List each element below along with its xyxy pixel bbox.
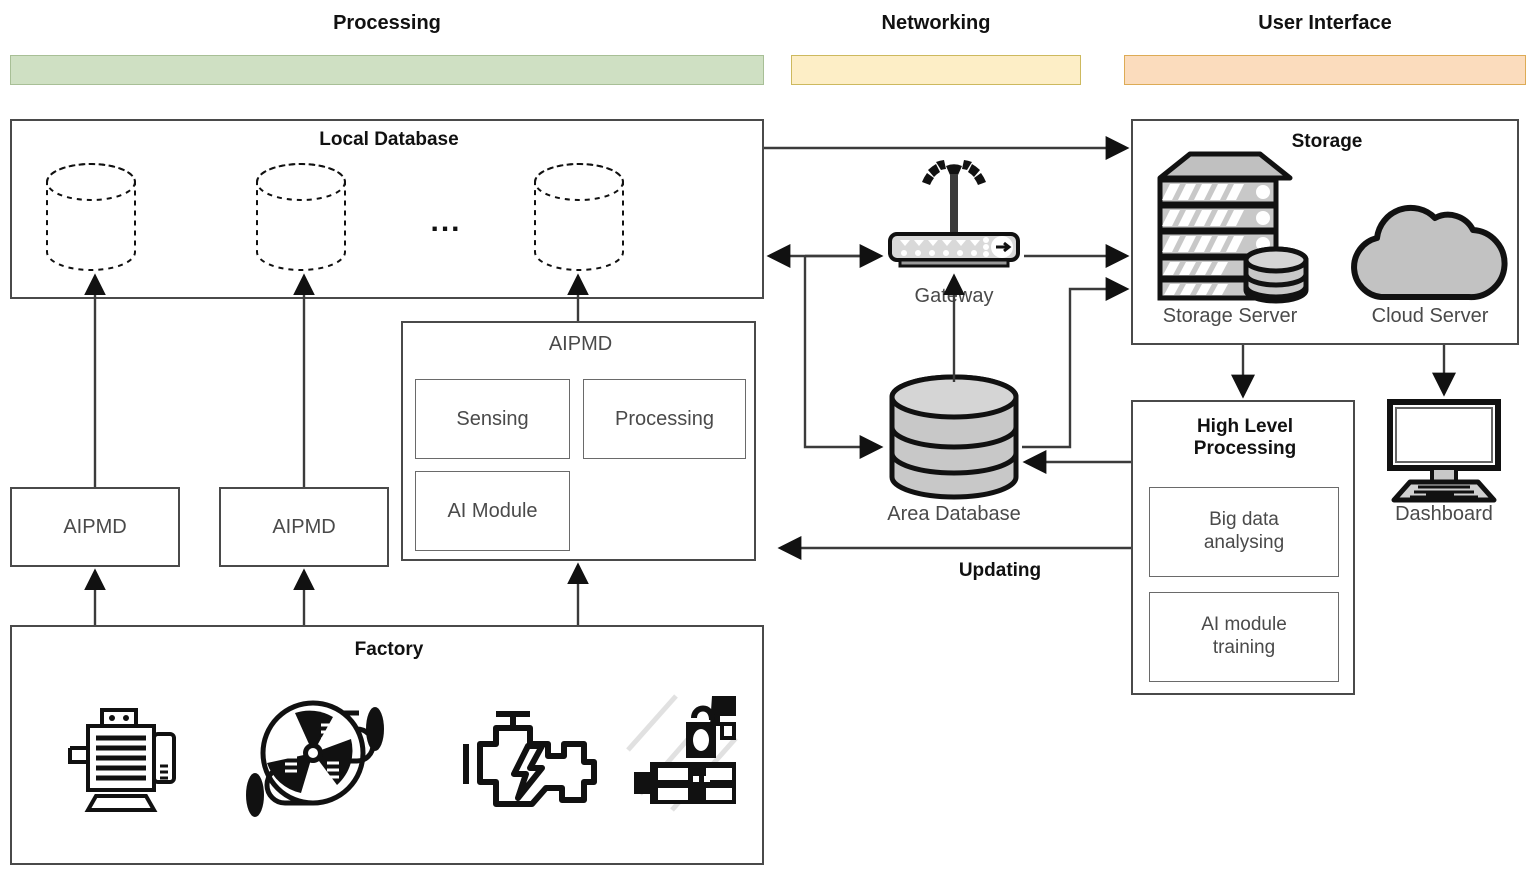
local-db-cylinder-1 <box>46 163 136 271</box>
dashboard-label: Dashboard <box>1395 503 1493 525</box>
local-database-title: Local Database <box>319 129 459 150</box>
factory-title: Factory <box>354 639 424 660</box>
arrow-trunk-to-areadb <box>803 256 884 459</box>
aipmd-detail-title: AIPMD <box>548 333 613 355</box>
industrial-machine-icon <box>626 694 738 812</box>
hlp-title-line2: Processing <box>1193 438 1297 459</box>
hlp-task-big-data-line1: Big data <box>1209 509 1279 531</box>
band-title-networking: Networking <box>881 12 991 34</box>
band-title-user-interface: User Interface <box>1258 12 1392 34</box>
aipmd-module-ai[interactable]: AI Module <box>415 471 570 551</box>
aipmd-module-sensing-label: Sensing <box>456 407 529 430</box>
monitor-keyboard-icon <box>1387 399 1501 503</box>
aipmd-module-processing[interactable]: Processing <box>583 379 746 459</box>
updating-label: Updating <box>958 560 1042 581</box>
band-bar-networking <box>791 55 1081 85</box>
cloud-server-label: Cloud Server <box>1371 305 1489 327</box>
gateway-label: Gateway <box>914 285 994 307</box>
aipmd-box-2[interactable]: AIPMD <box>219 487 389 567</box>
database-cylinder-icon <box>889 374 1019 500</box>
aipmd-box-1[interactable]: AIPMD <box>10 487 180 567</box>
high-level-processing-box[interactable]: High Level Processing Big data analysing… <box>1131 400 1355 695</box>
diagram-canvas: Processing Networking User Interface Loc… <box>0 0 1536 893</box>
blower-fan-icon <box>246 700 384 817</box>
hlp-task-big-data[interactable]: Big data analysing <box>1149 487 1339 577</box>
hlp-task-big-data-line2: analysing <box>1203 532 1285 553</box>
hlp-title-line1: High Level <box>1196 416 1294 437</box>
server-rack-icon <box>1157 151 1309 304</box>
local-db-cylinder-n <box>534 163 624 271</box>
band-title-processing: Processing <box>333 12 441 34</box>
storage-server-label: Storage Server <box>1162 305 1298 327</box>
aipmd-module-processing-label: Processing <box>615 407 714 430</box>
aipmd-box-1-label: AIPMD <box>63 515 127 538</box>
aipmd-module-ai-label: AI Module <box>447 499 538 522</box>
local-db-cylinder-2 <box>256 163 346 271</box>
hlp-task-ai-training-line1: AI module <box>1201 614 1287 636</box>
hlp-task-ai-training-line2: training <box>1212 637 1276 658</box>
cloud-icon <box>1351 204 1508 301</box>
wireless-router-icon <box>888 160 1020 268</box>
band-bar-processing <box>10 55 764 85</box>
hlp-task-ai-training[interactable]: AI module training <box>1149 592 1339 682</box>
band-bar-user-interface <box>1124 55 1526 85</box>
electric-motor-icon <box>68 708 176 812</box>
aipmd-box-2-label: AIPMD <box>272 515 336 538</box>
aipmd-module-sensing[interactable]: Sensing <box>415 379 570 459</box>
arrow-areadb-to-storage <box>1022 277 1130 449</box>
local-db-ellipsis: ... <box>430 205 462 238</box>
aipmd-detail-box[interactable]: AIPMD Sensing Processing AI Module <box>401 321 756 561</box>
engine-icon <box>463 711 597 807</box>
area-database-label: Area Database <box>887 503 1021 525</box>
